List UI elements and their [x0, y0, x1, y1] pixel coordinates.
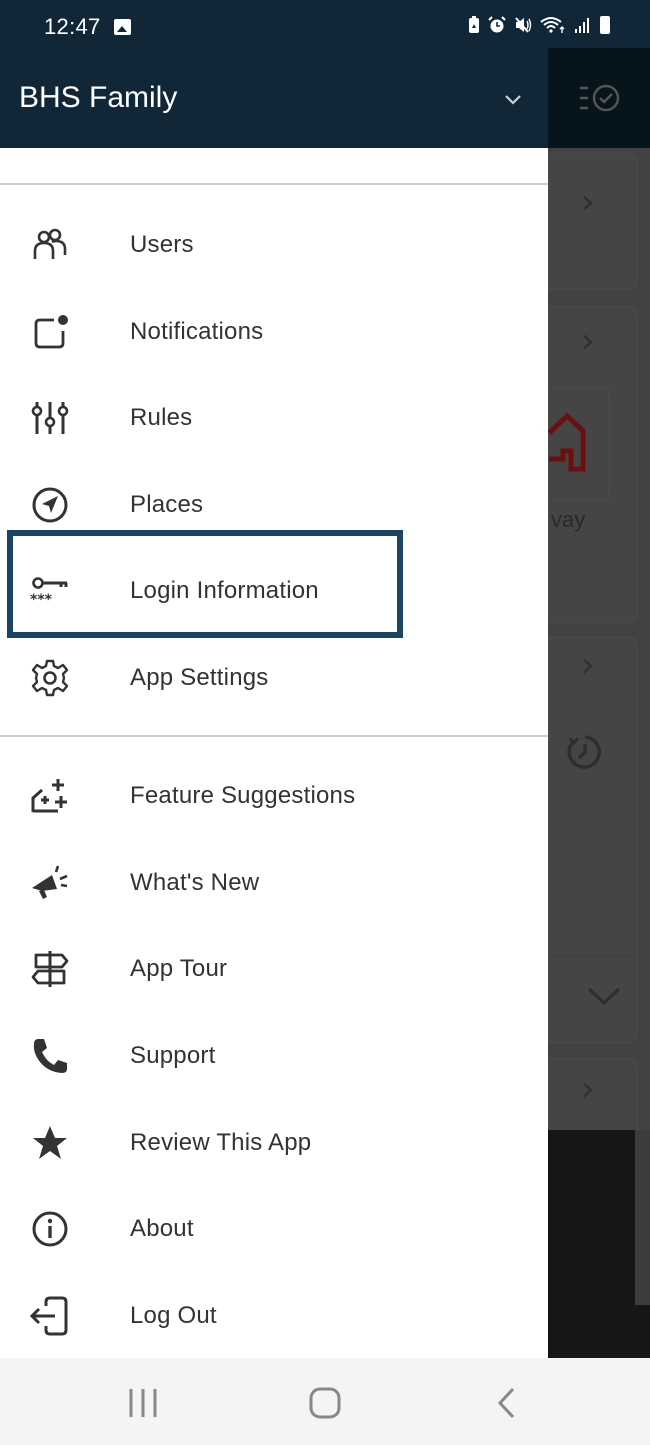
- menu-item-label: Support: [130, 1042, 216, 1069]
- menu-item-login-information[interactable]: *** Login Information: [0, 548, 548, 634]
- chevron-down-icon[interactable]: [500, 86, 526, 112]
- home-button[interactable]: [305, 1386, 345, 1420]
- menu-item-label: Places: [130, 491, 204, 518]
- battery-icon: [600, 16, 610, 34]
- chevron-right-icon: ›: [581, 645, 595, 685]
- chevron-right-icon: ›: [581, 182, 595, 222]
- wifi-icon: [540, 17, 565, 33]
- menu-item-app-tour[interactable]: App Tour: [0, 926, 548, 1012]
- menu-item-whats-new[interactable]: What's New: [0, 840, 548, 926]
- home-icon: [547, 413, 586, 472]
- status-time: 12:47: [44, 14, 101, 39]
- background-card[interactable]: › vay: [547, 306, 638, 623]
- feature-suggestion-icon: [30, 776, 70, 816]
- menu-item-label: Log Out: [130, 1302, 217, 1329]
- menu-item-notifications[interactable]: Notifications: [0, 289, 548, 375]
- menu-item-places[interactable]: Places: [0, 462, 548, 548]
- system-navigation-bar: [0, 1358, 650, 1445]
- battery-saver-icon: [469, 16, 479, 33]
- menu-item-label: Feature Suggestions: [130, 782, 356, 809]
- camera-thumbnail[interactable]: [548, 1130, 650, 1358]
- menu-item-label: What's New: [130, 869, 260, 896]
- background-header: [548, 48, 650, 148]
- divider: [0, 183, 548, 185]
- menu-item-label: Login Information: [130, 577, 319, 604]
- notification-icon: [30, 312, 70, 352]
- menu-item-support[interactable]: Support: [0, 1013, 548, 1099]
- menu-item-app-settings[interactable]: App Settings: [0, 635, 548, 721]
- status-bar: 12:47: [0, 0, 650, 50]
- drawer-header[interactable]: BHS Family: [0, 48, 548, 148]
- chevron-down-icon[interactable]: [587, 987, 621, 1007]
- megaphone-icon: [30, 863, 70, 903]
- alarm-icon: [488, 16, 506, 33]
- menu-item-label: Rules: [130, 404, 193, 431]
- menu-item-about[interactable]: About: [0, 1186, 548, 1272]
- gallery-icon: [114, 19, 131, 35]
- users-icon: [30, 225, 70, 265]
- menu-item-label: App Tour: [130, 955, 228, 982]
- info-icon: [30, 1209, 70, 1249]
- menu-item-users[interactable]: Users: [0, 202, 548, 288]
- menu-item-feature-suggestions[interactable]: Feature Suggestions: [0, 753, 548, 839]
- back-button[interactable]: [487, 1386, 527, 1420]
- recent-apps-button[interactable]: [123, 1386, 163, 1420]
- menu-item-label: App Settings: [130, 664, 269, 691]
- signpost-icon: [30, 949, 70, 989]
- sliders-icon: [30, 398, 70, 438]
- chevron-right-icon: ›: [581, 1069, 595, 1109]
- menu-item-review-this-app[interactable]: Review This App: [0, 1100, 548, 1186]
- account-name[interactable]: BHS Family: [19, 81, 177, 115]
- menu-item-label: Notifications: [130, 318, 264, 345]
- svg-text:***: ***: [30, 592, 53, 608]
- away-mode-tile[interactable]: [547, 387, 610, 501]
- divider: [0, 735, 548, 737]
- gear-icon: [30, 658, 70, 698]
- signal-icon: [575, 18, 589, 33]
- menu-item-label: Review This App: [130, 1129, 312, 1156]
- status-icons: [468, 16, 610, 34]
- task-list-icon[interactable]: [580, 84, 622, 112]
- logout-icon: [29, 1296, 70, 1336]
- navigation-icon: [30, 485, 70, 525]
- background-app[interactable]: › › vay › ›: [547, 48, 650, 1358]
- key-password-icon: ***: [30, 571, 70, 611]
- star-icon: [30, 1123, 70, 1163]
- background-card[interactable]: ›: [548, 636, 638, 1043]
- chevron-right-icon: ›: [581, 321, 595, 361]
- navigation-drawer: BHS Family Users Notifications Rules Pla…: [0, 48, 548, 1358]
- phone-icon: [30, 1036, 70, 1076]
- background-card[interactable]: ›: [548, 153, 638, 290]
- away-mode-label: vay: [551, 507, 586, 532]
- menu-item-label: About: [130, 1215, 194, 1242]
- history-icon: [567, 735, 601, 769]
- menu-item-rules[interactable]: Rules: [0, 375, 548, 461]
- menu-item-label: Users: [130, 231, 194, 258]
- mute-icon: [515, 17, 532, 33]
- menu-item-log-out[interactable]: Log Out: [0, 1273, 548, 1359]
